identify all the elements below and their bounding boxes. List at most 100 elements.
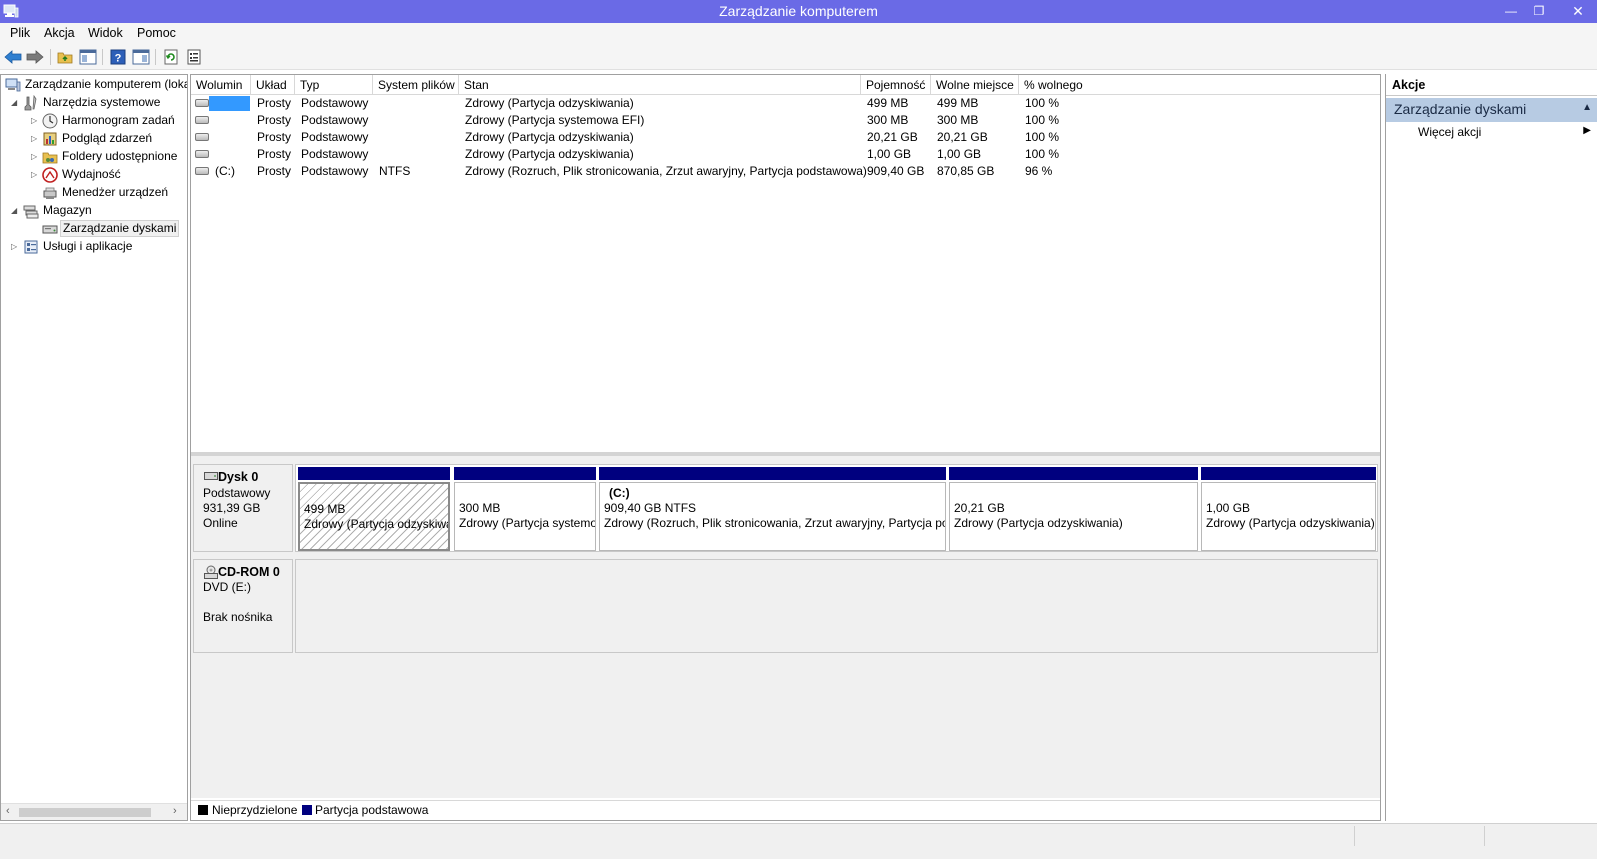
column-header-percent-free[interactable]: % wolnego	[1019, 75, 1380, 95]
tree-horizontal-scrollbar[interactable]: ‹ ›	[1, 803, 187, 820]
console-tree: Zarządzanie komputerem (loka ◢ Narzędzia…	[0, 74, 188, 821]
refresh-icon[interactable]	[162, 48, 180, 66]
partition-recovery-499mb[interactable]: 499 MB Zdrowy (Partycja odzyskiwania)	[298, 467, 450, 551]
selection-highlight	[209, 96, 250, 111]
partition-efi-300mb[interactable]: 300 MB Zdrowy (Partycja systemowa EFI)	[454, 467, 596, 551]
column-header-capacity[interactable]: Pojemność	[861, 75, 931, 95]
toolbar-separator	[155, 49, 156, 65]
scroll-left-icon[interactable]: ‹	[6, 805, 10, 817]
scrollbar-thumb[interactable]	[19, 808, 151, 817]
tree-item-disk-management[interactable]: Zarządzanie dyskami	[1, 220, 187, 237]
cdrom-0-area[interactable]	[295, 559, 1378, 653]
services-icon	[24, 240, 38, 254]
properties-icon[interactable]	[185, 48, 203, 66]
unallocated-swatch	[198, 805, 208, 815]
tree-item-shared-folders[interactable]: ▷ Foldery udostępnione	[1, 148, 187, 165]
forward-icon[interactable]	[26, 48, 44, 66]
volume-row[interactable]: Prosty Podstawowy Zdrowy (Partycja odzys…	[191, 146, 1380, 163]
minimize-button[interactable]: —	[1500, 2, 1522, 20]
shared-folder-icon	[42, 152, 58, 164]
up-folder-icon[interactable]	[56, 48, 74, 66]
tree-item-task-scheduler[interactable]: ▷ Harmonogram zadań	[1, 112, 187, 129]
collapse-triangle-icon[interactable]: ◢	[11, 94, 20, 111]
partition-bar	[599, 467, 946, 480]
disk-management-pane: Wolumin Układ Typ System plików Stan Poj…	[190, 74, 1381, 821]
menu-file[interactable]: Plik	[8, 26, 32, 40]
system-tools-icon	[24, 95, 37, 111]
tree-item-computer-management[interactable]: Zarządzanie komputerem (loka	[3, 76, 187, 93]
collapse-triangle-icon[interactable]: ◢	[11, 202, 20, 219]
expand-triangle-icon[interactable]: ▷	[31, 148, 40, 165]
disk-icon	[204, 472, 218, 480]
svg-text:?: ?	[115, 53, 122, 65]
status-divider	[1354, 826, 1355, 846]
performance-icon	[42, 167, 58, 183]
restore-button[interactable]: ❐	[1528, 2, 1550, 20]
legend-unallocated: Nieprzydzielone	[212, 803, 298, 817]
cdrom-icon	[204, 565, 218, 579]
column-header-status[interactable]: Stan	[459, 75, 861, 95]
partition-recovery-1gb[interactable]: 1,00 GB Zdrowy (Partycja odzyskiwania)	[1201, 467, 1376, 551]
volume-row[interactable]: Prosty Podstawowy Zdrowy (Partycja odzys…	[191, 95, 1380, 112]
more-actions-link[interactable]: Więcej akcji	[1418, 125, 1481, 139]
volume-row[interactable]: (C:) Prosty Podstawowy NTFS Zdrowy (Rozr…	[191, 163, 1380, 180]
clock-icon	[42, 113, 58, 129]
tree-item-services-apps[interactable]: ▷ Usługi i aplikacje	[1, 238, 187, 255]
legend: Nieprzydzielone Partycja podstawowa	[191, 800, 1380, 820]
partition-bar	[1201, 467, 1376, 480]
volume-list-header: Wolumin Układ Typ System plików Stan Poj…	[191, 75, 1380, 95]
partition-bar	[454, 467, 596, 480]
toolbar-separator	[102, 49, 103, 65]
primary-partition-swatch	[302, 805, 312, 815]
device-manager-icon	[43, 187, 57, 199]
disk-0-partitions: 499 MB Zdrowy (Partycja odzyskiwania) 30…	[295, 464, 1378, 552]
tree-item-device-manager[interactable]: Menedżer urządzeń	[1, 184, 187, 201]
menu-help[interactable]: Pomoc	[135, 26, 178, 40]
actions-pane: Akcje Zarządzanie dyskami ▲ Więcej akcji…	[1385, 74, 1597, 821]
back-icon[interactable]	[4, 48, 22, 66]
status-bar	[0, 823, 1597, 859]
tree-item-system-tools[interactable]: ◢ Narzędzia systemowe	[1, 94, 187, 111]
submenu-arrow-icon[interactable]: ▶	[1583, 125, 1591, 136]
cdrom-0-label[interactable]: CD-ROM 0 DVD (E:) Brak nośnika	[193, 559, 293, 653]
drive-icon	[195, 167, 209, 175]
expand-triangle-icon[interactable]: ▷	[31, 112, 40, 129]
disk-graphical-view: Dysk 0 Podstawowy 931,39 GB Online 499 M…	[191, 456, 1380, 798]
tree-item-storage[interactable]: ◢ Magazyn	[1, 202, 187, 219]
collapse-up-icon[interactable]: ▲	[1582, 102, 1592, 113]
partition-bar	[949, 467, 1198, 480]
show-hide-tree-icon[interactable]	[79, 48, 97, 66]
menu-view[interactable]: Widok	[86, 26, 125, 40]
window-title: Zarządzanie komputerem	[719, 3, 878, 19]
menu-bar: Plik Akcja Widok Pomoc	[0, 23, 1597, 44]
partition-c-drive[interactable]: (C:) 909,40 GB NTFS Zdrowy (Rozruch, Pli…	[599, 467, 946, 551]
show-hide-action-pane-icon[interactable]	[132, 48, 150, 66]
tree-item-performance[interactable]: ▷ Wydajność	[1, 166, 187, 183]
column-header-type[interactable]: Typ	[295, 75, 373, 95]
partition-recovery-20gb[interactable]: 20,21 GB Zdrowy (Partycja odzyskiwania)	[949, 467, 1198, 551]
volume-row[interactable]: Prosty Podstawowy Zdrowy (Partycja odzys…	[191, 129, 1380, 146]
close-button[interactable]: ✕	[1561, 2, 1595, 20]
title-bar: Zarządzanie komputerem — ❐ ✕	[0, 0, 1597, 23]
column-header-free-space[interactable]: Wolne miejsce	[931, 75, 1019, 95]
drive-icon	[195, 150, 209, 158]
toolbar: ?	[0, 44, 1597, 70]
actions-header: Akcje	[1386, 74, 1597, 96]
menu-action[interactable]: Akcja	[42, 26, 77, 40]
column-header-layout[interactable]: Układ	[251, 75, 295, 95]
scroll-right-icon[interactable]: ›	[173, 805, 177, 817]
column-header-filesystem[interactable]: System plików	[373, 75, 459, 95]
volume-row[interactable]: Prosty Podstawowy Zdrowy (Partycja syste…	[191, 112, 1380, 129]
expand-triangle-icon[interactable]: ▷	[31, 166, 40, 183]
disk-0-label[interactable]: Dysk 0 Podstawowy 931,39 GB Online	[193, 464, 293, 552]
actions-section-disk-management[interactable]: Zarządzanie dyskami ▲	[1386, 98, 1597, 122]
expand-triangle-icon[interactable]: ▷	[11, 238, 20, 255]
event-viewer-icon	[43, 132, 57, 146]
expand-triangle-icon[interactable]: ▷	[31, 130, 40, 147]
column-header-volume[interactable]: Wolumin	[191, 75, 251, 95]
help-icon[interactable]: ?	[109, 48, 127, 66]
tree-item-event-viewer[interactable]: ▷ Podgląd zdarzeń	[1, 130, 187, 147]
drive-icon	[195, 116, 209, 124]
computer-management-icon	[5, 78, 21, 92]
disk-management-icon	[42, 225, 58, 234]
